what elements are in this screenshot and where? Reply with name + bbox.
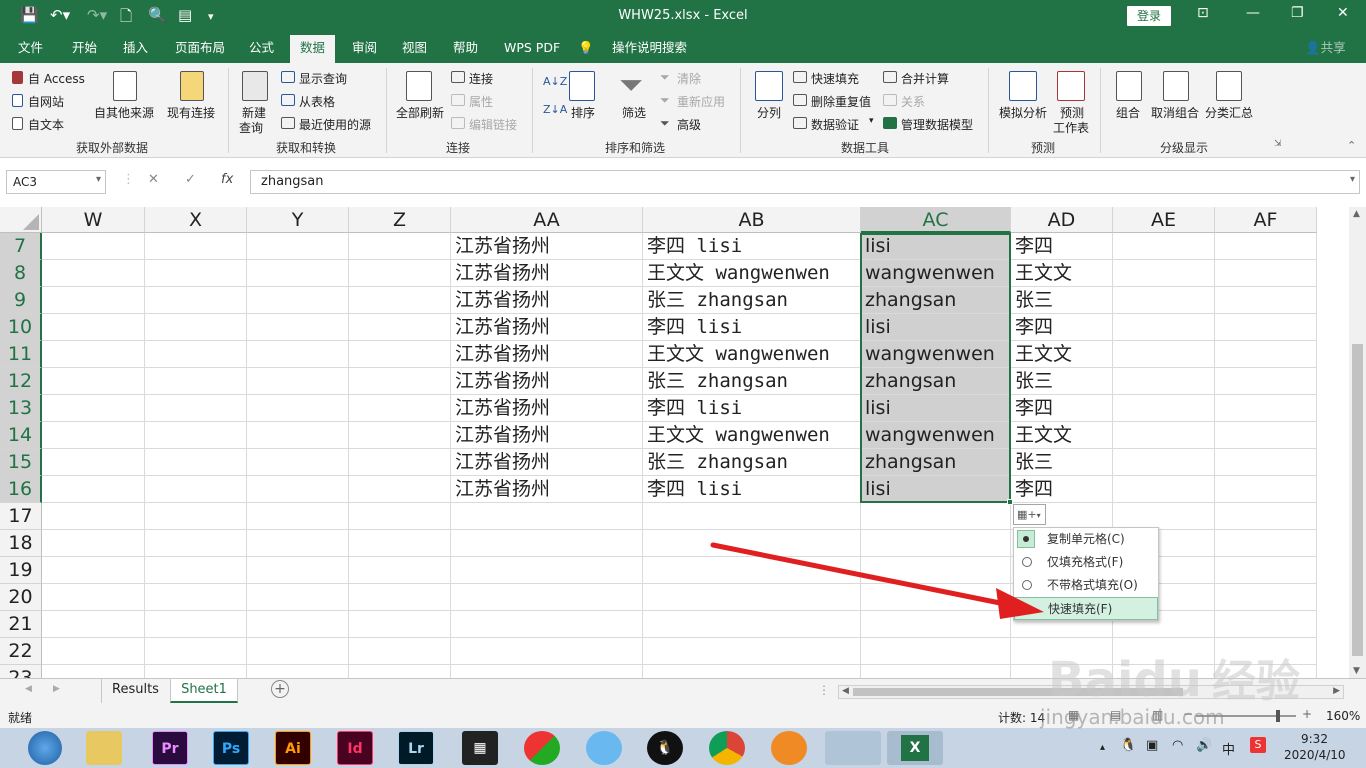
zoom-level[interactable]: 160% xyxy=(1326,709,1360,723)
status-mode: 就绪 xyxy=(8,711,33,725)
clock-time[interactable]: 9:32 xyxy=(1301,732,1328,746)
sheet-tab-results[interactable]: Results xyxy=(101,679,169,703)
indesign-icon[interactable]: Id xyxy=(337,731,373,765)
excel-taskbar-item[interactable]: X xyxy=(887,731,943,765)
video-editor-icon[interactable]: ▦ xyxy=(462,731,498,765)
lightroom-icon[interactable]: Lr xyxy=(398,731,434,765)
add-sheet-icon[interactable]: + xyxy=(271,680,289,698)
chrome-icon[interactable] xyxy=(709,731,745,765)
browser-icon[interactable] xyxy=(771,731,807,765)
sogou-icon[interactable]: S xyxy=(1250,737,1266,753)
volume-icon[interactable]: 🔊 xyxy=(1196,738,1212,753)
watermark-url: jingyan.baidu.com xyxy=(1040,705,1225,729)
tab-split-icon[interactable]: ⋮ xyxy=(818,683,830,697)
premiere-icon[interactable]: Pr xyxy=(152,731,188,765)
tray-expand-icon[interactable]: ▴ xyxy=(1100,742,1105,753)
next-sheet-icon[interactable]: ▶ xyxy=(53,684,60,694)
watermark-brand: Baidu 经验 xyxy=(1048,652,1300,708)
colorful-app-icon[interactable] xyxy=(524,731,560,765)
prev-sheet-icon[interactable]: ◀ xyxy=(25,684,32,694)
scroll-left-icon[interactable]: ◀ xyxy=(842,686,849,696)
photoshop-icon[interactable]: Ps xyxy=(213,731,249,765)
ime-indicator[interactable]: 中 xyxy=(1222,739,1235,758)
notes-app-icon[interactable] xyxy=(825,731,881,765)
tray-qq-icon[interactable]: 🐧 xyxy=(1120,738,1136,753)
taskbar: Pr Ps Ai Id Lr ▦ 🐧 X ▴ 🐧 ▣ ◠ 🔊 中 S 9:32 … xyxy=(0,728,1366,768)
qq-icon[interactable]: 🐧 xyxy=(647,731,683,765)
illustrator-icon[interactable]: Ai xyxy=(275,731,311,765)
file-explorer-icon[interactable] xyxy=(86,731,122,765)
status-count: 计数: 14 xyxy=(998,711,1046,725)
start-button-icon[interactable] xyxy=(28,731,62,765)
tray-wifi-icon[interactable]: ◠ xyxy=(1172,738,1183,753)
sheet-tab-sheet1[interactable]: Sheet1 xyxy=(170,679,238,703)
zoom-slider-thumb[interactable] xyxy=(1276,710,1280,722)
bird-app-icon[interactable] xyxy=(586,731,622,765)
clock-date[interactable]: 2020/4/10 xyxy=(1284,748,1346,762)
scroll-right-icon[interactable]: ▶ xyxy=(1333,686,1340,696)
excel-icon: X xyxy=(901,735,929,761)
zoom-in-icon[interactable]: + xyxy=(1302,707,1312,721)
tray-network-icon[interactable]: ▣ xyxy=(1146,738,1158,753)
